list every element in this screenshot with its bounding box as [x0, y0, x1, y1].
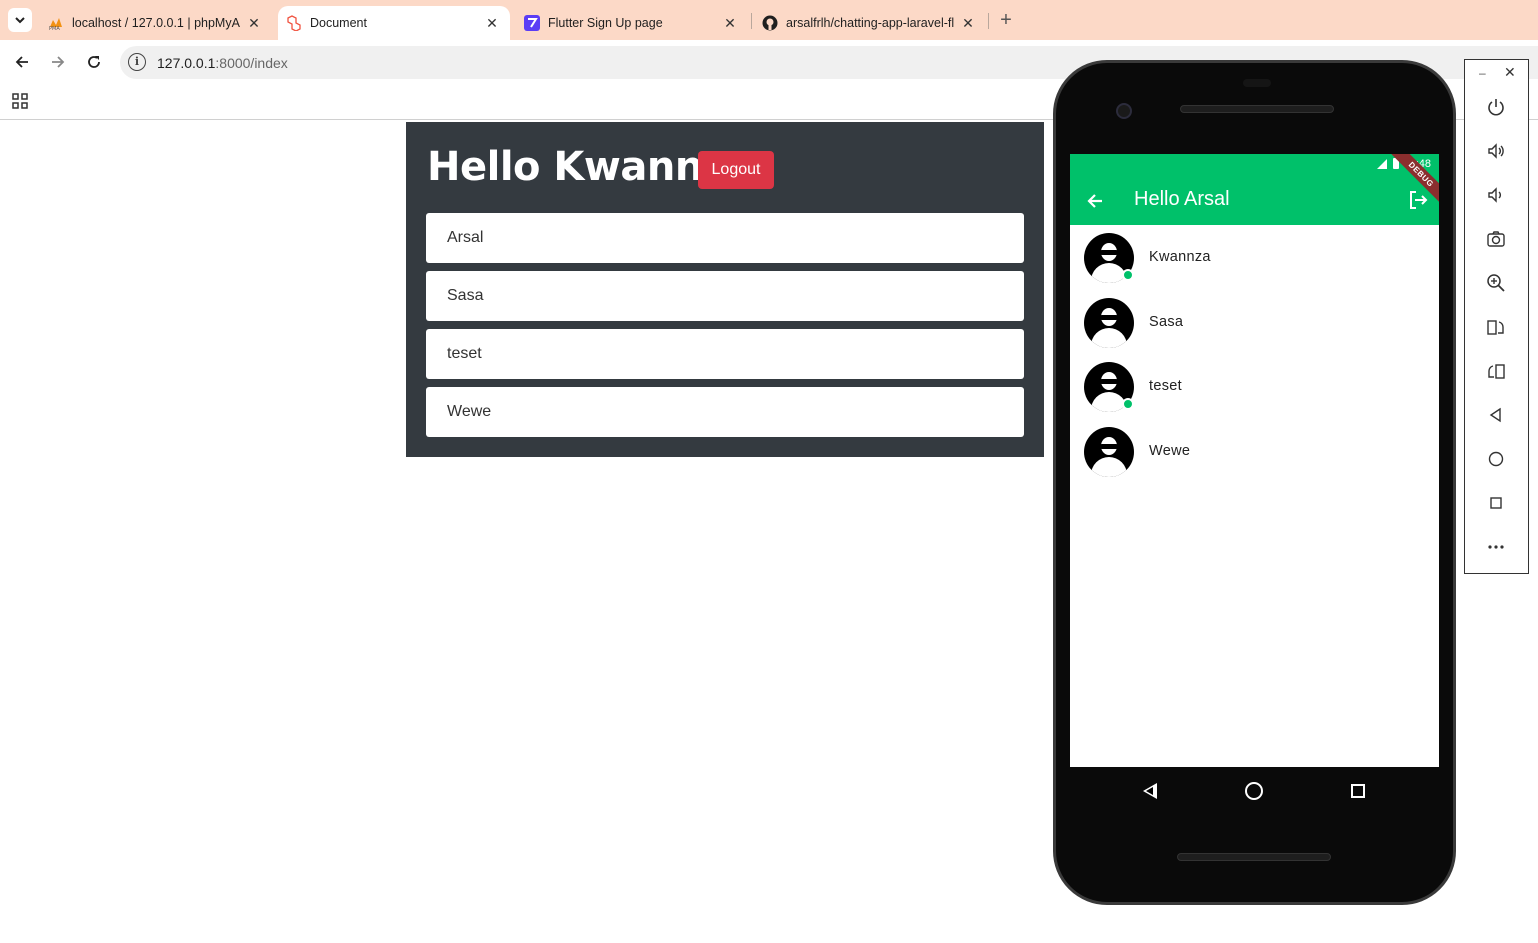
list-item[interactable]: Sasa [426, 271, 1024, 321]
list-item[interactable]: Kwannza [1070, 225, 1439, 290]
avatar [1084, 426, 1134, 477]
logout-button[interactable]: Logout [698, 151, 774, 189]
rotate-right-button[interactable] [1485, 316, 1507, 338]
overview-icon [1490, 497, 1502, 509]
close-icon[interactable]: ✕ [722, 15, 738, 31]
arrow-left-icon [15, 56, 28, 68]
site-info-icon[interactable]: i [128, 53, 146, 71]
tab-flutter-signup[interactable]: Flutter Sign Up page ✕ [516, 6, 748, 40]
volume-down-button[interactable] [1485, 184, 1507, 206]
contact-name: Sasa [1149, 313, 1184, 330]
tab-title: Flutter Sign Up page [548, 16, 663, 30]
emulator-toolbar: – ✕ [1464, 59, 1529, 574]
phpmyadmin-icon: PMA [48, 15, 64, 31]
rotate-left-icon [1488, 364, 1505, 379]
user-list: Arsal Sasa teset Wewe [426, 213, 1024, 445]
svg-text:PMA: PMA [49, 26, 60, 31]
forward-button[interactable] [47, 51, 69, 73]
bottom-speaker [1177, 853, 1331, 861]
android-emulator-device: 6:48 Hello Arsal DEBUG Kwannza Sasa tese… [1053, 60, 1456, 905]
close-icon[interactable]: ✕ [484, 15, 500, 31]
github-icon [762, 15, 778, 31]
list-item[interactable]: Arsal [426, 213, 1024, 263]
nav-recents-icon[interactable] [1351, 784, 1365, 798]
close-icon[interactable]: ✕ [960, 15, 976, 31]
signal-icon [1377, 159, 1387, 169]
status-bar: 6:48 [1070, 154, 1439, 176]
tab-github[interactable]: arsalfrlh/chatting-app-laravel-fl ✕ [754, 6, 986, 40]
camera-icon [1487, 231, 1505, 247]
list-item[interactable]: Wewe [1070, 419, 1439, 484]
nav-home-icon[interactable] [1245, 782, 1263, 800]
url-host: 127.0.0.1 [157, 55, 216, 71]
volume-up-button[interactable] [1485, 140, 1507, 162]
emu-overview-button[interactable] [1485, 492, 1507, 514]
contact-name: teset [1149, 378, 1182, 394]
back-icon [1489, 407, 1501, 423]
laravel-icon [286, 15, 302, 31]
power-button[interactable] [1485, 96, 1507, 118]
app-bar-title: Hello Arsal [1134, 188, 1230, 210]
home-icon [1488, 451, 1504, 467]
contact-list: Kwannza Sasa teset Wewe [1070, 225, 1439, 483]
back-button[interactable] [11, 51, 33, 73]
close-icon[interactable]: ✕ [246, 15, 262, 31]
volume-down-icon [1488, 187, 1501, 203]
tab-strip: PMA localhost / 127.0.0.1 | phpMyAd ✕ Do… [0, 0, 1538, 40]
reload-icon [88, 56, 100, 68]
list-item[interactable]: teset [1070, 354, 1439, 419]
tab-phpmyadmin[interactable]: PMA localhost / 127.0.0.1 | phpMyAd ✕ [40, 6, 272, 40]
user-panel: Hello Kwannza Logout Arsal Sasa teset We… [406, 122, 1044, 457]
phone-screen: 6:48 Hello Arsal DEBUG Kwannza Sasa tese… [1070, 154, 1439, 767]
earpiece-speaker [1180, 105, 1334, 113]
tab-search-button[interactable] [8, 8, 32, 32]
contact-name: Wewe [1149, 442, 1191, 459]
new-tab-button[interactable]: + [996, 10, 1016, 30]
close-button[interactable]: ✕ [1504, 64, 1516, 81]
app-bar: Hello Arsal [1070, 176, 1439, 225]
volume-up-icon [1488, 143, 1504, 159]
tab-title: arsalfrlh/chatting-app-laravel-fl [786, 16, 954, 30]
contact-name: Kwannza [1149, 249, 1211, 265]
zoom-in-icon [1487, 274, 1505, 292]
tab-separator [751, 13, 752, 29]
front-camera [1116, 103, 1132, 119]
logout-icon[interactable] [1407, 189, 1429, 211]
list-item[interactable]: Wewe [426, 387, 1024, 437]
minimize-button[interactable]: – [1479, 66, 1486, 80]
zoom-button[interactable] [1485, 272, 1507, 294]
url-path: :8000/index [215, 55, 288, 71]
url-text: 127.0.0.1:8000/index [157, 55, 288, 71]
screenshot-button[interactable] [1485, 228, 1507, 250]
emu-home-button[interactable] [1485, 448, 1507, 470]
list-item[interactable]: Sasa [1070, 290, 1439, 355]
power-icon [1488, 99, 1504, 116]
chevron-down-icon [15, 17, 25, 24]
nav-back-inner [1146, 787, 1153, 795]
reload-button[interactable] [83, 51, 105, 73]
emu-back-button[interactable] [1485, 404, 1507, 426]
arrow-right-icon [52, 56, 65, 68]
tab-title: Document [310, 16, 367, 30]
rotate-right-icon [1487, 320, 1504, 335]
arrow-back-icon[interactable] [1084, 190, 1106, 212]
flutterflow-icon [524, 15, 540, 31]
tab-document[interactable]: Document ✕ [278, 6, 510, 40]
online-indicator [1122, 398, 1134, 410]
tab-separator [988, 13, 989, 29]
avatar [1084, 297, 1134, 348]
android-nav-bar [1070, 767, 1439, 813]
online-indicator [1122, 269, 1134, 281]
apps-grid-icon[interactable] [12, 93, 28, 109]
emu-more-button[interactable] [1485, 536, 1507, 558]
list-item[interactable]: teset [426, 329, 1024, 379]
rotate-left-button[interactable] [1485, 360, 1507, 382]
more-icon [1488, 545, 1504, 549]
tab-title: localhost / 127.0.0.1 | phpMyAd [72, 16, 240, 30]
phone-sensor [1243, 79, 1271, 87]
